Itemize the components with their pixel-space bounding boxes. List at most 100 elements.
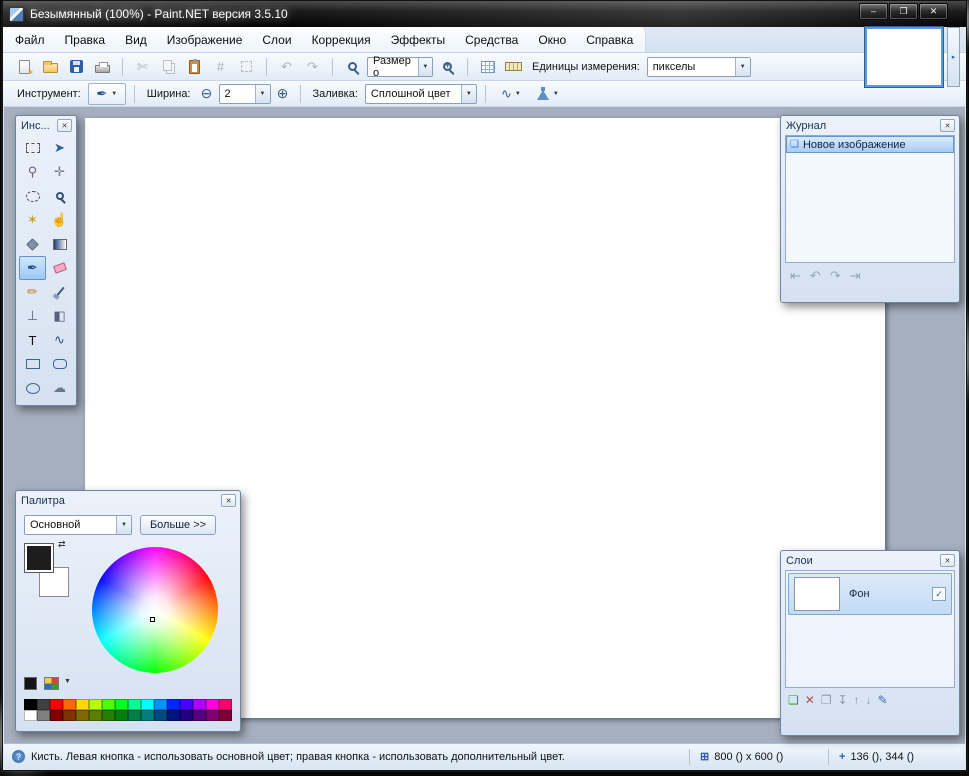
palette-swatch[interactable] bbox=[115, 710, 128, 721]
menu-item[interactable]: Окно bbox=[528, 27, 576, 52]
current-color-mini-swatch[interactable] bbox=[24, 677, 37, 690]
tool-button[interactable] bbox=[46, 232, 73, 256]
tool-button[interactable] bbox=[19, 136, 46, 160]
tool-button[interactable] bbox=[19, 352, 46, 376]
more-colors-button[interactable]: Больше >> bbox=[140, 515, 216, 535]
palette-swatch[interactable] bbox=[219, 699, 232, 710]
layers-toolbar-button[interactable]: ↧ bbox=[838, 694, 848, 706]
color-wheel[interactable] bbox=[92, 547, 218, 673]
zoom-combobox[interactable]: Размер о ▼ bbox=[367, 55, 433, 79]
palette-swatch[interactable] bbox=[102, 710, 115, 721]
color-mode-combobox[interactable]: Основной ▼ bbox=[24, 515, 132, 535]
tool-button[interactable]: ⊥ bbox=[19, 304, 46, 328]
palette-swatch[interactable] bbox=[50, 710, 63, 721]
open-image-thumbnail[interactable] bbox=[865, 27, 943, 87]
palette-swatch[interactable] bbox=[24, 699, 37, 710]
tools-panel-titlebar[interactable]: Инс... ✕ bbox=[16, 116, 76, 133]
layers-panel-close-button[interactable]: ✕ bbox=[940, 554, 955, 567]
palette-swatch[interactable] bbox=[167, 699, 180, 710]
copy-button[interactable] bbox=[157, 56, 180, 78]
tool-button[interactable] bbox=[19, 376, 46, 400]
zoom-out-button[interactable] bbox=[341, 56, 364, 78]
tool-button[interactable]: ✛ bbox=[46, 160, 73, 184]
zoom-in-button[interactable] bbox=[436, 56, 459, 78]
history-nav-button[interactable]: ⇤ bbox=[790, 269, 801, 282]
palette-swatch[interactable] bbox=[89, 699, 102, 710]
palette-swatch[interactable] bbox=[154, 710, 167, 721]
menu-item[interactable]: Эффекты bbox=[381, 27, 456, 52]
print-button[interactable] bbox=[91, 56, 114, 78]
history-panel-titlebar[interactable]: Журнал ✕ bbox=[781, 116, 959, 133]
layers-toolbar-button[interactable]: ✕ bbox=[805, 694, 815, 706]
menu-item[interactable]: Средства bbox=[455, 27, 528, 52]
layers-toolbar-button[interactable]: ↑ bbox=[854, 694, 860, 706]
redo-button[interactable]: ↷ bbox=[301, 56, 324, 78]
primary-color-swatch[interactable] bbox=[24, 543, 54, 573]
minimize-button[interactable]: – bbox=[859, 3, 888, 20]
tool-button[interactable]: ✒ bbox=[19, 256, 46, 280]
layers-toolbar-button[interactable]: ❐ bbox=[821, 694, 832, 706]
palette-swatch[interactable] bbox=[154, 699, 167, 710]
image-list-scroll-button[interactable]: ▸ bbox=[947, 27, 960, 87]
palette-swatch[interactable] bbox=[141, 710, 154, 721]
palette-swatch[interactable] bbox=[128, 699, 141, 710]
chevron-down-icon[interactable]: ▼ bbox=[64, 678, 71, 685]
layer-visibility-checkbox[interactable]: ✓ bbox=[932, 587, 946, 601]
tool-button[interactable]: ⚲ bbox=[19, 160, 46, 184]
palette-swatch[interactable] bbox=[180, 699, 193, 710]
width-decrease-button[interactable]: ⊖ bbox=[198, 83, 216, 105]
width-increase-button[interactable]: ⊕ bbox=[274, 83, 292, 105]
layer-row[interactable]: Фон ✓ bbox=[788, 573, 952, 615]
palette-swatch[interactable] bbox=[206, 699, 219, 710]
history-panel-close-button[interactable]: ✕ bbox=[940, 119, 955, 132]
palette-swatch[interactable] bbox=[219, 710, 232, 721]
titlebar[interactable]: Безымянный (100%) - Paint.NET версия 3.5… bbox=[3, 1, 966, 27]
menu-item[interactable]: Коррекция bbox=[302, 27, 381, 52]
palette-swatch[interactable] bbox=[76, 710, 89, 721]
close-button[interactable]: ✕ bbox=[919, 3, 948, 20]
palette-swatch[interactable] bbox=[180, 710, 193, 721]
menu-item[interactable]: Изображение bbox=[157, 27, 253, 52]
palette-swatch[interactable] bbox=[76, 699, 89, 710]
palette-swatch[interactable] bbox=[193, 699, 206, 710]
menu-item[interactable]: Слои bbox=[252, 27, 301, 52]
palette-swatch[interactable] bbox=[50, 699, 63, 710]
palette-swatch[interactable] bbox=[24, 710, 37, 721]
blend-mode-dropdown[interactable]: ▼ bbox=[531, 83, 565, 105]
tool-button[interactable]: ✏ bbox=[19, 280, 46, 304]
tool-button[interactable]: ∿ bbox=[46, 328, 73, 352]
grid-toggle-button[interactable] bbox=[476, 56, 499, 78]
current-tool-dropdown[interactable]: ✒ ▼ bbox=[87, 82, 126, 105]
deselect-button[interactable] bbox=[235, 56, 258, 78]
tool-button[interactable]: ☁ bbox=[46, 376, 73, 400]
menu-item[interactable]: Вид bbox=[115, 27, 157, 52]
palette-swatch[interactable] bbox=[128, 710, 141, 721]
units-combobox[interactable]: пикселы ▼ bbox=[646, 56, 751, 77]
width-combobox[interactable]: 2 ▼ bbox=[218, 83, 271, 104]
maximize-button[interactable]: ❐ bbox=[889, 3, 918, 20]
layers-toolbar-button[interactable]: ↓ bbox=[866, 694, 872, 706]
history-nav-button[interactable]: ⇥ bbox=[850, 269, 861, 282]
palette-swatch[interactable] bbox=[63, 710, 76, 721]
palette-swatch[interactable] bbox=[63, 699, 76, 710]
tool-button[interactable] bbox=[19, 184, 46, 208]
tool-button[interactable] bbox=[46, 256, 73, 280]
line-style-dropdown[interactable]: ∿ ▼ bbox=[494, 83, 528, 105]
palette-swatch[interactable] bbox=[37, 699, 50, 710]
palette-swatch[interactable] bbox=[206, 710, 219, 721]
tool-button[interactable]: ✶ bbox=[19, 208, 46, 232]
tool-button[interactable] bbox=[46, 352, 73, 376]
layers-toolbar-button[interactable]: ✎ bbox=[878, 694, 888, 706]
manage-palettes-icon[interactable] bbox=[44, 677, 59, 690]
swap-colors-icon[interactable]: ⇄ bbox=[58, 539, 66, 550]
new-image-button[interactable] bbox=[13, 56, 36, 78]
tools-panel-close-button[interactable]: ✕ bbox=[57, 119, 72, 132]
palette-swatch[interactable] bbox=[102, 699, 115, 710]
palette-swatch[interactable] bbox=[37, 710, 50, 721]
palette-swatch[interactable] bbox=[89, 710, 102, 721]
cut-button[interactable]: ✄ bbox=[131, 56, 154, 78]
tool-button[interactable] bbox=[19, 232, 46, 256]
tool-button[interactable] bbox=[46, 184, 73, 208]
fill-combobox[interactable]: Сплошной цвет ▼ bbox=[364, 83, 477, 104]
tool-button[interactable]: ☝ bbox=[46, 208, 73, 232]
